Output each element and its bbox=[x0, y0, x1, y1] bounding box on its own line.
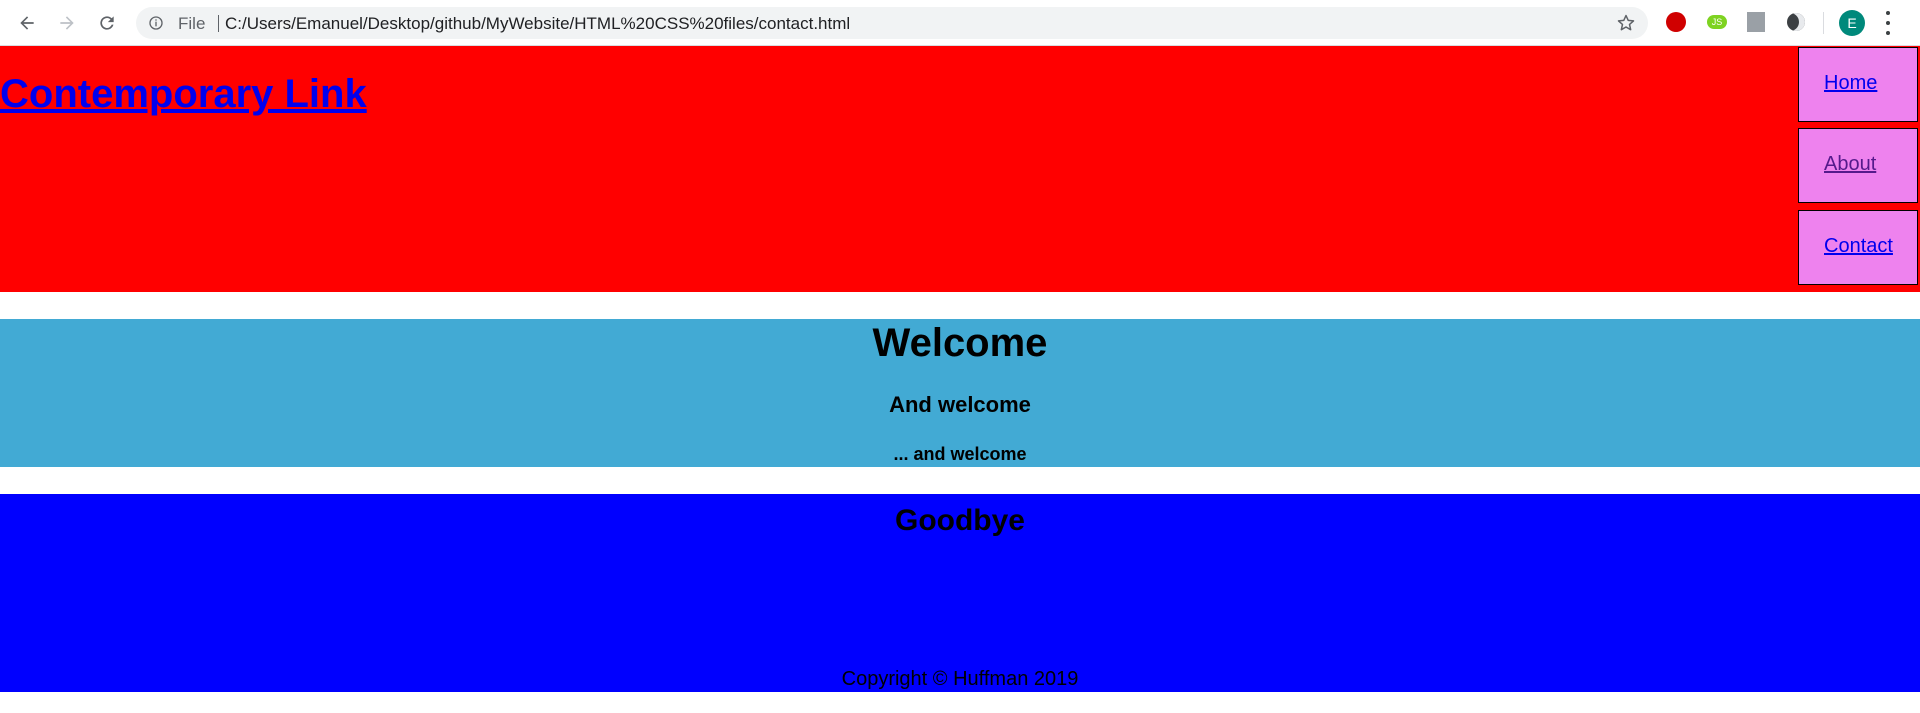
welcome-subsubheading: ... and welcome bbox=[893, 444, 1027, 464]
js-extension-icon[interactable]: JS bbox=[1705, 10, 1729, 34]
site-title-link[interactable]: Contemporary Link bbox=[0, 72, 367, 117]
nav-item-about[interactable]: About bbox=[1798, 128, 1918, 203]
browser-toolbar: File C:/Users/Emanuel/Desktop/github/MyW… bbox=[0, 0, 1920, 46]
arrow-right-icon bbox=[60, 16, 74, 30]
copyright-text: Copyright © Huffman 2019 bbox=[841, 668, 1079, 690]
welcome-section: Welcome And welcome ... and welcome bbox=[0, 319, 1920, 467]
site-header: Contemporary Link Home About Contact bbox=[0, 46, 1920, 292]
stop-extension-icon[interactable] bbox=[1664, 10, 1688, 34]
arrow-left-icon bbox=[20, 16, 34, 30]
scheme-label: File bbox=[178, 14, 206, 33]
reload-button[interactable] bbox=[93, 9, 121, 37]
url-text[interactable]: C:/Users/Emanuel/Desktop/github/MyWebsit… bbox=[225, 14, 850, 34]
nav-item-contact[interactable]: Contact bbox=[1798, 210, 1918, 285]
nav-link-contact[interactable]: Contact bbox=[1824, 235, 1893, 258]
star-icon[interactable] bbox=[1616, 13, 1636, 33]
page-content: Contemporary Link Home About Contact Wel… bbox=[0, 46, 1920, 713]
more-vert-icon[interactable] bbox=[1884, 11, 1892, 35]
nav-link-about[interactable]: About bbox=[1824, 153, 1876, 176]
nav-item-home[interactable]: Home bbox=[1798, 47, 1918, 122]
address-bar[interactable]: File C:/Users/Emanuel/Desktop/github/MyW… bbox=[136, 7, 1648, 39]
welcome-heading: Welcome bbox=[872, 321, 1048, 365]
footer-heading: Goodbye bbox=[894, 504, 1025, 537]
reload-icon bbox=[100, 16, 114, 30]
welcome-subheading: And welcome bbox=[889, 392, 1031, 417]
dark-mode-extension-icon[interactable] bbox=[1784, 10, 1808, 34]
pdf-extension-icon[interactable] bbox=[1744, 10, 1768, 34]
omnibox-divider bbox=[218, 15, 219, 32]
forward-button[interactable] bbox=[53, 9, 81, 37]
nav-link-home[interactable]: Home bbox=[1824, 72, 1877, 95]
back-button[interactable] bbox=[13, 9, 41, 37]
toolbar-divider bbox=[1823, 12, 1824, 34]
profile-avatar[interactable]: E bbox=[1839, 10, 1865, 36]
info-icon[interactable] bbox=[148, 15, 164, 31]
site-footer: Goodbye Copyright © Huffman 2019 bbox=[0, 494, 1920, 692]
